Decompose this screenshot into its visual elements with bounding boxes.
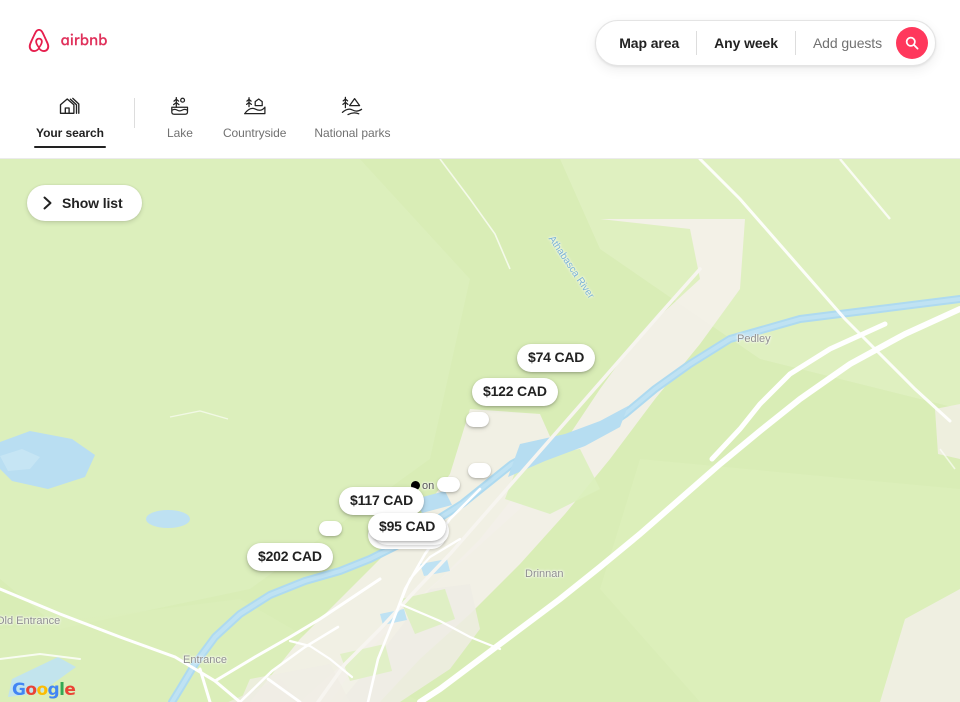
map-canvas[interactable]: Pedley Drinnan Old Entrance Entrance Ath… bbox=[0, 159, 960, 702]
category-label-lake: Lake bbox=[167, 126, 193, 140]
google-letter-o1: o bbox=[25, 680, 37, 700]
map-price-pill[interactable]: $95 CAD bbox=[368, 513, 447, 541]
map-price-pill[interactable]: $202 CAD bbox=[247, 543, 333, 571]
search-icon bbox=[905, 36, 919, 50]
category-divider bbox=[133, 97, 135, 128]
lake-icon bbox=[167, 93, 193, 119]
category-label-national-parks: National parks bbox=[314, 126, 391, 140]
search-dates-segment[interactable]: Any week bbox=[697, 21, 795, 65]
category-label-your-search: Your search bbox=[36, 126, 104, 140]
category-tab-your-search[interactable]: Your search bbox=[22, 81, 118, 158]
airbnb-bowtie-icon bbox=[28, 28, 50, 52]
countryside-icon bbox=[242, 93, 268, 119]
airbnb-wordmark-icon bbox=[61, 33, 107, 45]
google-letter-g2: g bbox=[47, 680, 60, 700]
show-list-label: Show list bbox=[62, 195, 123, 211]
map-marker-blank[interactable] bbox=[437, 477, 460, 492]
category-tab-lake[interactable]: Lake bbox=[151, 81, 209, 158]
google-letter-e: e bbox=[64, 680, 76, 700]
search-guests-segment[interactable]: Add guests bbox=[796, 21, 896, 65]
google-attribution-logo: Google bbox=[12, 680, 76, 700]
chevron-right-icon bbox=[43, 196, 52, 210]
category-tab-national-parks[interactable]: National parks bbox=[300, 81, 404, 158]
house-search-icon bbox=[57, 93, 83, 119]
google-letter-o2: o bbox=[36, 680, 48, 700]
map-price-pill[interactable]: $122 CAD bbox=[472, 378, 558, 406]
airbnb-map-page: Map area Any week Add guests Your search… bbox=[0, 0, 960, 702]
map-terrain-graphic bbox=[0, 159, 960, 702]
search-bar[interactable]: Map area Any week Add guests bbox=[595, 20, 936, 66]
national-parks-icon bbox=[339, 93, 365, 119]
search-submit-button[interactable] bbox=[896, 27, 928, 59]
site-header: Map area Any week Add guests bbox=[0, 0, 960, 81]
show-list-button[interactable]: Show list bbox=[27, 185, 142, 221]
map-marker-blank[interactable] bbox=[468, 463, 491, 478]
map-price-pill[interactable]: $117 CAD bbox=[339, 487, 424, 515]
category-label-countryside: Countryside bbox=[222, 126, 287, 140]
search-location-segment[interactable]: Map area bbox=[596, 21, 696, 65]
google-letter-g: G bbox=[12, 680, 26, 700]
map-marker-blank[interactable] bbox=[466, 412, 489, 427]
category-bar: Your search Lake Countryside National pa… bbox=[0, 81, 960, 159]
active-tab-underline bbox=[34, 146, 106, 148]
map-price-pill[interactable]: $74 CAD bbox=[517, 344, 596, 372]
airbnb-logo[interactable] bbox=[24, 25, 139, 57]
map-marker-blank[interactable] bbox=[319, 521, 342, 536]
category-tab-countryside[interactable]: Countryside bbox=[209, 81, 300, 158]
